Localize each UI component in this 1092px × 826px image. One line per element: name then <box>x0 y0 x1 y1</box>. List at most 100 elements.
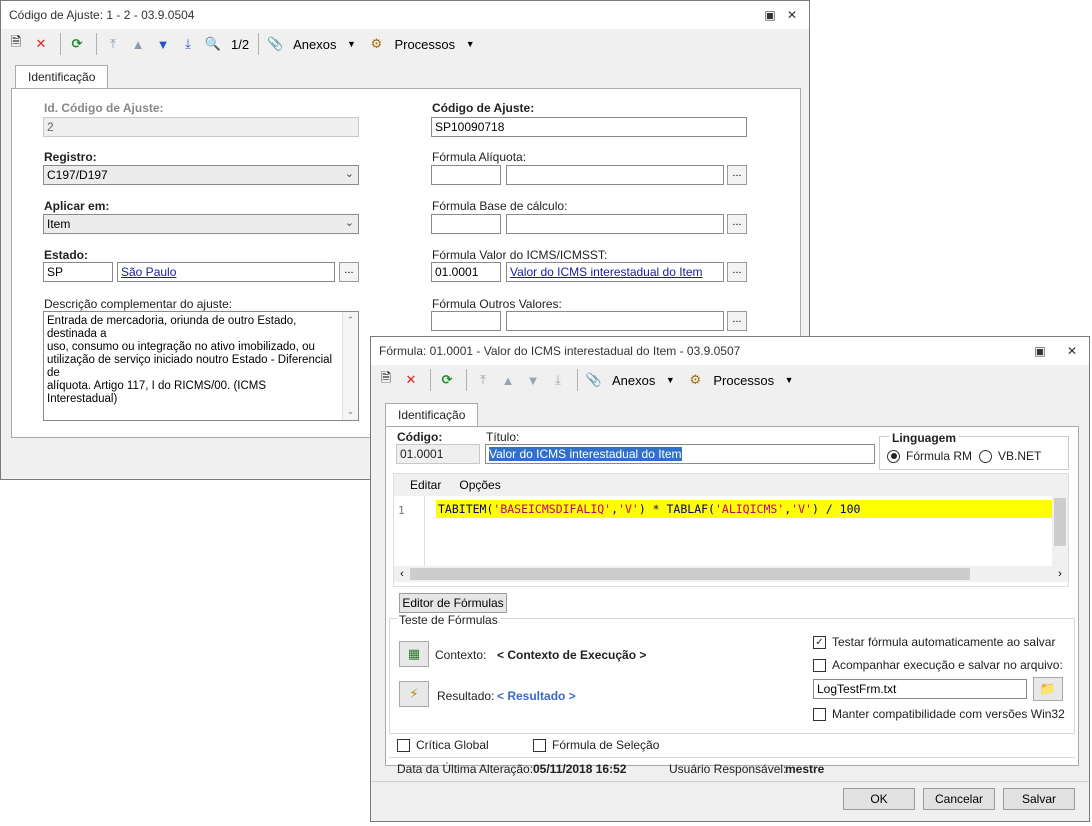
formula-icms-name[interactable]: Valor do ICMS interestadual do Item <box>506 262 724 282</box>
scroll-right-icon[interactable]: › <box>1052 568 1068 580</box>
browse-folder-button[interactable]: 📁 <box>1033 677 1063 701</box>
contexto-value[interactable]: < Contexto de Execução > <box>497 648 646 662</box>
close-icon[interactable]: ✕ <box>783 6 801 24</box>
tab-editor-formulas[interactable]: Editor de Fórmulas <box>399 593 507 613</box>
formula-aliquota-name[interactable] <box>506 165 724 185</box>
estado-lookup-button[interactable]: ... <box>339 262 359 282</box>
last-record-icon[interactable]: ⤓ <box>547 369 569 391</box>
find-icon[interactable]: 🔍 <box>202 33 224 55</box>
window-titlebar: Código de Ajuste: 1 - 2 - 03.9.0504 ▣ ✕ <box>1 1 809 29</box>
processes-menu[interactable]: Processos <box>394 37 455 52</box>
codigo-ajuste-field[interactable]: SP10090718 <box>431 117 747 137</box>
window-titlebar: Fórmula: 01.0001 - Valor do ICMS interes… <box>371 337 1089 365</box>
processes-menu[interactable]: Processos <box>713 373 774 388</box>
linguagem-label: Linguagem <box>889 431 960 445</box>
critica-global-checkbox[interactable]: Crítica Global <box>397 738 489 752</box>
registro-select[interactable]: C197/D197 ⌄ <box>43 165 359 185</box>
log-file-field[interactable]: LogTestFrm.txt <box>813 679 1027 699</box>
ok-button[interactable]: OK <box>843 788 915 810</box>
checkbox-label: Acompanhar execução e salvar no arquivo: <box>832 658 1063 672</box>
tab-identificacao[interactable]: Identificação <box>385 403 479 427</box>
processes-icon[interactable]: ⚙ <box>365 33 387 55</box>
formula-base-code[interactable] <box>431 214 501 234</box>
next-record-icon[interactable]: ▼ <box>152 33 174 55</box>
refresh-icon[interactable]: ⟳ <box>436 369 458 391</box>
first-record-icon[interactable]: ⤒ <box>472 369 494 391</box>
contexto-button[interactable]: ▦ <box>399 641 429 667</box>
formula-icms-lookup[interactable]: ... <box>727 262 747 282</box>
previous-record-icon[interactable]: ▲ <box>497 369 519 391</box>
attachments-menu[interactable]: Anexos <box>612 373 655 388</box>
save-button[interactable]: Salvar <box>1003 788 1075 810</box>
chevron-down-icon[interactable]: ▼ <box>340 33 362 55</box>
toolbar-separator <box>60 33 61 55</box>
acompanhar-checkbox[interactable]: Acompanhar execução e salvar no arquivo: <box>813 658 1063 672</box>
refresh-icon[interactable]: ⟳ <box>66 33 88 55</box>
formula-base-name[interactable] <box>506 214 724 234</box>
testar-checkbox[interactable]: ✓ Testar fórmula automaticamente ao salv… <box>813 635 1055 649</box>
paperclip-icon[interactable]: 📎 <box>264 33 286 55</box>
scroll-left-icon[interactable]: ‹ <box>394 568 410 580</box>
chevron-down-icon[interactable]: ▼ <box>778 369 800 391</box>
delete-icon[interactable]: ✕ <box>30 33 52 55</box>
formula-aliquota-code[interactable] <box>431 165 501 185</box>
formula-outros-code[interactable] <box>431 311 501 331</box>
menu-opcoes[interactable]: Opções <box>459 478 500 492</box>
scroll-up-icon[interactable]: ⌃ <box>343 314 358 327</box>
titulo-field[interactable]: Valor do ICMS interestadual do Item <box>485 444 875 464</box>
code-string-token: 'BASEICMSDIFALIQ' <box>493 502 612 516</box>
restore-icon[interactable]: ▣ <box>1031 342 1049 360</box>
vertical-scrollbar[interactable] <box>1052 496 1068 566</box>
previous-record-icon[interactable]: ▲ <box>127 33 149 55</box>
formula-aliquota-lookup[interactable]: ... <box>727 165 747 185</box>
formula-outros-name[interactable] <box>506 311 724 331</box>
code-line[interactable]: TABITEM('BASEICMSDIFALIQ','V') * TABLAF(… <box>436 500 1052 518</box>
menu-editar[interactable]: Editar <box>410 478 441 492</box>
formula-icms-code[interactable]: 01.0001 <box>431 262 501 282</box>
checkbox-label: Fórmula de Seleção <box>552 738 660 752</box>
chevron-down-icon[interactable]: ▼ <box>459 33 481 55</box>
formula-selecao-checkbox[interactable]: Fórmula de Seleção <box>533 738 659 752</box>
id-codigo-label: Id. Código de Ajuste: <box>44 101 164 115</box>
scroll-thumb[interactable] <box>1054 498 1066 546</box>
usuario-label: Usuário Responsável: <box>669 762 787 776</box>
first-record-icon[interactable]: ⤒ <box>102 33 124 55</box>
estado-code-field[interactable]: SP <box>43 262 113 282</box>
code-token: ) / 100 <box>811 502 861 516</box>
last-record-icon[interactable]: ⤓ <box>177 33 199 55</box>
close-icon[interactable]: ✕ <box>1063 342 1081 360</box>
radio-selected-icon <box>887 449 900 463</box>
code-editor[interactable]: Editar Opções 1 TABITEM('BASEICMSDIFALIQ… <box>393 473 1069 587</box>
tab-identificacao[interactable]: Identificação <box>15 65 109 89</box>
descricao-line: uso, consumo ou integração no ativo imob… <box>47 341 315 353</box>
next-record-icon[interactable]: ▼ <box>522 369 544 391</box>
horizontal-scrollbar[interactable]: ‹ › <box>394 566 1068 582</box>
manter-checkbox[interactable]: Manter compatibilidade com versões Win32 <box>813 707 1065 721</box>
attachments-menu[interactable]: Anexos <box>293 37 336 52</box>
new-icon[interactable]: 🗎 <box>375 369 397 391</box>
checkbox-empty-icon <box>533 738 546 752</box>
restore-icon[interactable]: ▣ <box>761 6 779 24</box>
paperclip-icon[interactable]: 📎 <box>583 369 605 391</box>
delete-icon[interactable]: ✕ <box>400 369 422 391</box>
estado-name-field[interactable]: São Paulo <box>117 262 335 282</box>
scroll-thumb[interactable] <box>410 568 970 580</box>
radio-formula-rm[interactable]: Fórmula RM <box>887 449 972 463</box>
toolbar-separator <box>258 33 260 55</box>
radio-vbnet[interactable]: VB.NET <box>979 449 1041 463</box>
formula-outros-lookup[interactable]: ... <box>727 311 747 331</box>
cancel-button[interactable]: Cancelar <box>923 788 995 810</box>
resultado-value[interactable]: < Resultado > <box>497 689 576 703</box>
status-divider <box>389 757 1075 758</box>
resultado-button[interactable]: ⚡ <box>399 681 429 707</box>
resultado-label: Resultado: <box>437 689 495 703</box>
new-icon[interactable]: 🗎 <box>5 33 27 55</box>
scroll-down-icon[interactable]: ⌄ <box>343 405 358 418</box>
toolbar-separator <box>577 369 578 391</box>
aplicar-select[interactable]: Item ⌄ <box>43 214 359 234</box>
chevron-down-icon[interactable]: ▼ <box>659 369 681 391</box>
formula-base-lookup[interactable]: ... <box>727 214 747 234</box>
processes-icon[interactable]: ⚙ <box>684 369 706 391</box>
vertical-scrollbar[interactable]: ⌃ ⌄ <box>342 312 358 420</box>
descricao-textarea[interactable]: Entrada de mercadoria, oriunda de outro … <box>43 311 359 421</box>
